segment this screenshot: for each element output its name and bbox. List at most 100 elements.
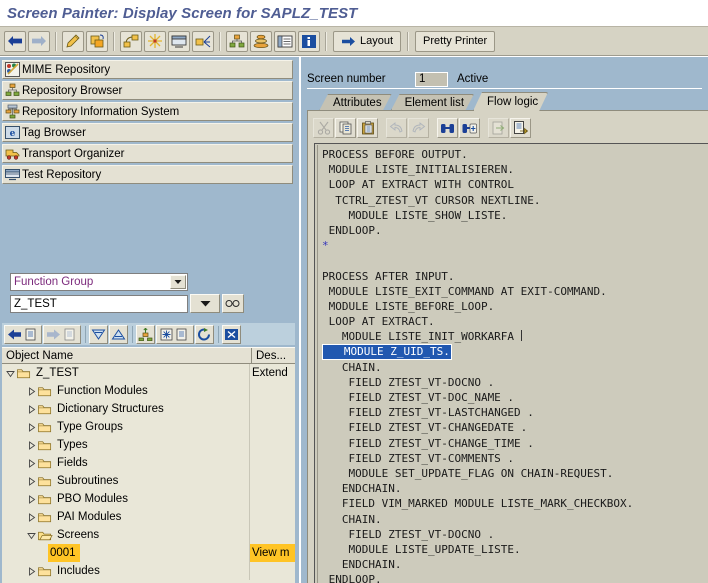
sidebar-item-mime-repository[interactable]: MIME Repository xyxy=(2,60,293,79)
code-line[interactable]: MODULE LISTE_UPDATE_LISTE. xyxy=(322,542,708,557)
code-line-comment[interactable]: * xyxy=(322,238,708,253)
tree-row[interactable]: Dictionary Structures xyxy=(2,400,295,418)
element-list-icon[interactable] xyxy=(274,30,296,52)
tree-row-name-cell[interactable]: PAI Modules xyxy=(2,508,250,526)
copy-icon[interactable] xyxy=(335,118,356,138)
column-header-description[interactable]: Des... xyxy=(252,348,295,363)
code-line[interactable]: LOOP AT EXTRACT. xyxy=(322,314,708,329)
object-name-input[interactable]: Z_TEST xyxy=(10,294,188,313)
tree-twisty-icon[interactable] xyxy=(27,512,38,522)
collapse-all-icon[interactable] xyxy=(109,324,128,344)
layout-button[interactable]: Layout xyxy=(333,30,402,52)
tree-row-name-cell[interactable]: Z_TEST xyxy=(2,364,250,382)
generate-icon[interactable] xyxy=(144,30,166,52)
code-line[interactable]: MODULE LISTE_INIT_WORKARFA xyxy=(322,329,708,344)
tree-row-name-cell[interactable]: Includes xyxy=(2,562,250,580)
sidebar-item-tag-browser[interactable]: e Tag Browser xyxy=(2,123,293,142)
back-object-icon[interactable] xyxy=(4,324,42,344)
object-navigator-icon[interactable] xyxy=(120,30,142,52)
tree-twisty-icon[interactable] xyxy=(27,531,38,540)
code-line[interactable]: FIELD ZTEST_VT-LASTCHANGED . xyxy=(322,405,708,420)
code-line[interactable]: MODULE LISTE_BEFORE_LOOP. xyxy=(322,299,708,314)
tab-element-list[interactable]: Element list xyxy=(391,94,474,111)
code-line[interactable]: ENDCHAIN. xyxy=(322,481,708,496)
export-icon[interactable] xyxy=(510,118,531,138)
back-icon[interactable] xyxy=(4,30,26,52)
tree-twisty-icon[interactable] xyxy=(27,476,38,486)
tree-row[interactable]: Fields xyxy=(2,454,295,472)
info-icon[interactable] xyxy=(298,30,320,52)
code-line[interactable]: TCTRL_ZTEST_VT CURSOR NEXTLINE. xyxy=(322,193,708,208)
new-object-icon[interactable] xyxy=(156,324,194,344)
pretty-printer-button[interactable]: Pretty Printer xyxy=(415,30,496,52)
code-line[interactable] xyxy=(322,253,708,268)
tree-row[interactable]: Includes xyxy=(2,562,295,580)
find-icon[interactable] xyxy=(437,118,458,138)
flow-logic-icon[interactable] xyxy=(192,30,214,52)
code-line[interactable]: MODULE LISTE_SHOW_LISTE. xyxy=(322,208,708,223)
forward-object-icon[interactable] xyxy=(43,324,81,344)
tree-row-name-cell[interactable]: 0001 xyxy=(2,544,250,562)
tree-twisty-icon[interactable] xyxy=(27,458,38,468)
tree-row[interactable]: Z_TEST Extend xyxy=(2,364,295,382)
tree-twisty-icon[interactable] xyxy=(27,566,38,576)
find-next-icon[interactable] xyxy=(459,118,480,138)
code-line[interactable]: CHAIN. xyxy=(322,512,708,527)
tree-twisty-icon[interactable] xyxy=(27,386,38,396)
code-line[interactable]: FIELD ZTEST_VT-CHANGEDATE . xyxy=(322,420,708,435)
tree-row-name-cell[interactable]: Screens xyxy=(2,526,250,544)
code-line[interactable]: FIELD ZTEST_VT-CHANGE_TIME . xyxy=(322,436,708,451)
tab-attributes[interactable]: Attributes xyxy=(319,94,392,111)
object-tree[interactable]: Z_TEST Extend Function Modules Dictionary S… xyxy=(2,364,295,583)
tree-row[interactable]: Type Groups xyxy=(2,418,295,436)
sidebar-item-test-repository[interactable]: Test Repository xyxy=(2,165,293,184)
tree-twisty-icon[interactable] xyxy=(27,440,38,450)
copy-object-icon[interactable] xyxy=(86,30,108,52)
display-object-button[interactable] xyxy=(222,294,244,313)
tree-row-name-cell[interactable]: PBO Modules xyxy=(2,490,250,508)
tree-row[interactable]: Types xyxy=(2,436,295,454)
tree-twisty-icon[interactable] xyxy=(27,422,38,432)
expand-all-icon[interactable] xyxy=(89,324,108,344)
tree-row[interactable]: 0001 View m xyxy=(2,544,295,562)
sidebar-item-transport-organizer[interactable]: Transport Organizer xyxy=(2,144,293,163)
code-line[interactable]: FIELD ZTEST_VT-DOCNO . xyxy=(322,375,708,390)
code-editor-content[interactable]: PROCESS BEFORE OUTPUT. MODULE LISTE_INIT… xyxy=(317,145,708,583)
tree-twisty-icon[interactable] xyxy=(6,369,17,378)
tree-row-name-cell[interactable]: Function Modules xyxy=(2,382,250,400)
code-line[interactable]: FIELD ZTEST_VT-DOC_NAME . xyxy=(322,390,708,405)
sidebar-item-repository-information-system[interactable]: Repository Information System xyxy=(2,102,293,121)
tree-row-name-cell[interactable]: Type Groups xyxy=(2,418,250,436)
code-line[interactable]: PROCESS BEFORE OUTPUT. xyxy=(322,147,708,162)
forward-icon[interactable] xyxy=(28,30,50,52)
tree-row-name-cell[interactable]: Fields xyxy=(2,454,250,472)
tree-row[interactable]: Subroutines xyxy=(2,472,295,490)
object-type-select[interactable]: Function Group xyxy=(10,273,188,291)
hierarchy-icon[interactable] xyxy=(226,30,248,52)
screen-layout-icon[interactable] xyxy=(168,30,190,52)
object-name-dropdown-button[interactable] xyxy=(190,294,220,313)
code-line[interactable]: ENDLOOP. xyxy=(322,572,708,583)
code-line[interactable]: ENDCHAIN. xyxy=(322,557,708,572)
import-icon[interactable] xyxy=(488,118,509,138)
code-line[interactable]: MODULE SET_UPDATE_FLAG ON CHAIN-REQUEST. xyxy=(322,466,708,481)
code-line[interactable]: FIELD ZTEST_VT-COMMENTS . xyxy=(322,451,708,466)
chevron-down-icon[interactable] xyxy=(170,275,186,289)
code-line[interactable]: LOOP AT EXTRACT WITH CONTROL xyxy=(322,177,708,192)
close-icon[interactable] xyxy=(222,324,241,344)
code-line[interactable]: PROCESS AFTER INPUT. xyxy=(322,269,708,284)
stack-icon[interactable] xyxy=(250,30,272,52)
tree-row-name-cell[interactable]: Dictionary Structures xyxy=(2,400,250,418)
undo-icon[interactable] xyxy=(386,118,407,138)
cut-icon[interactable] xyxy=(313,118,334,138)
sidebar-item-repository-browser[interactable]: Repository Browser xyxy=(2,81,293,100)
tree-row-name-cell[interactable]: Subroutines xyxy=(2,472,250,490)
code-line-selected[interactable]: MODULE Z_UID_TS. xyxy=(322,344,452,360)
code-line[interactable]: ENDLOOP. xyxy=(322,223,708,238)
tree-twisty-icon[interactable] xyxy=(27,494,38,504)
code-line[interactable]: MODULE LISTE_INITIALISIEREN. xyxy=(322,162,708,177)
hierarchy-up-icon[interactable] xyxy=(136,324,155,344)
code-line[interactable]: CHAIN. xyxy=(322,360,708,375)
tree-row[interactable]: PBO Modules xyxy=(2,490,295,508)
tree-row[interactable]: PAI Modules xyxy=(2,508,295,526)
